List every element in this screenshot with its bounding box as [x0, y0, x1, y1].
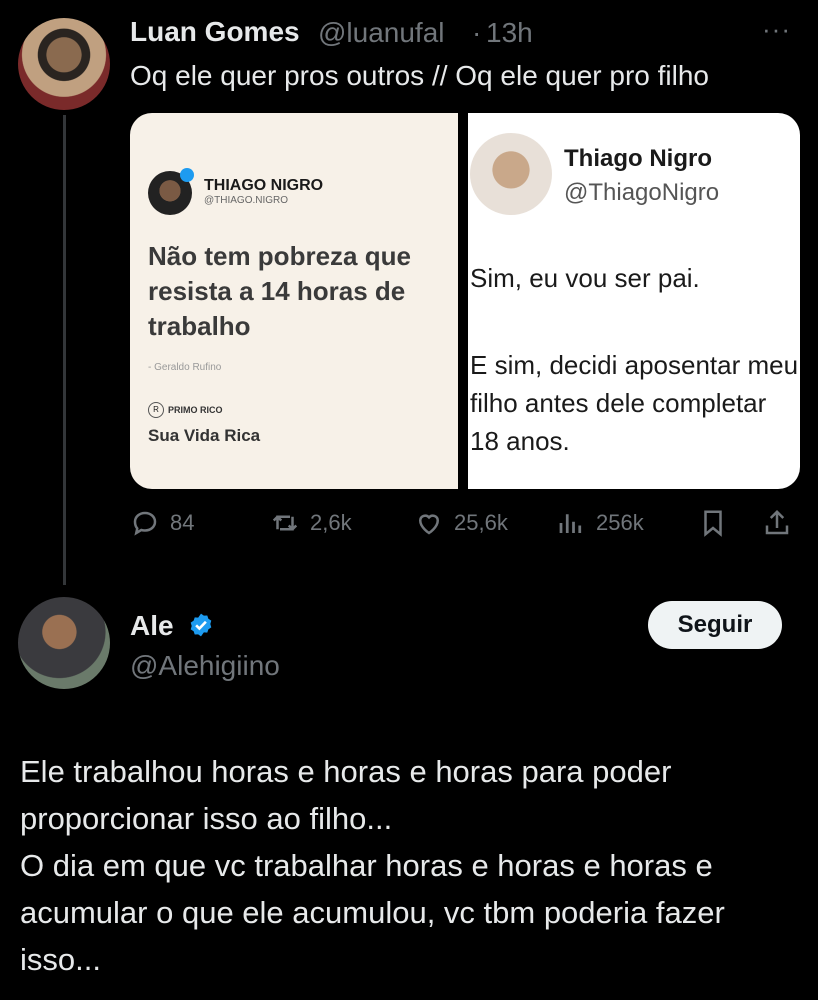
repost-icon — [272, 515, 298, 531]
embedded-text-line2: E sim, decidi aposentar meu filho antes … — [470, 350, 799, 456]
brand-subtitle: Sua Vida Rica — [148, 426, 261, 445]
share-icon — [765, 509, 789, 535]
quote-author-handle: @THIAGO.NIGRO — [204, 195, 289, 206]
reply-icon — [133, 511, 157, 536]
quote-author-name: THIAGO NIGRO — [204, 177, 324, 194]
avatar[interactable] — [18, 597, 110, 689]
embedded-text-line1: Sim, eu vou ser pai. — [470, 263, 700, 293]
reply-count: 84 — [170, 510, 195, 535]
follow-button[interactable]: Seguir — [648, 601, 782, 649]
reply-paragraph: O dia em que vc trabalhar horas e horas … — [20, 848, 725, 977]
brand-logo-icon: R — [148, 402, 164, 418]
views-button[interactable]: 256k — [556, 508, 644, 538]
author-handle[interactable]: @luanufal — [318, 17, 445, 49]
views-icon — [559, 514, 582, 533]
brand-label: PRIMO RICO — [168, 405, 223, 415]
heart-icon — [418, 514, 440, 535]
views-count: 256k — [596, 510, 644, 535]
bookmark-icon — [704, 510, 722, 537]
bookmark-button[interactable] — [698, 508, 728, 538]
embedded-avatar — [470, 133, 552, 215]
quote-attribution: - Geraldo Rufino — [148, 362, 222, 373]
thread-connector-line — [63, 115, 66, 585]
media-right-panel: Thiago Nigro @ThiagoNigro Sim, eu vou se… — [468, 113, 800, 489]
timestamp[interactable]: 13h — [486, 17, 533, 49]
author-handle[interactable]: @Alehigiino — [130, 650, 280, 682]
separator-dot: · — [472, 17, 482, 48]
tweet-media-image[interactable]: THIAGO NIGRO @THIAGO.NIGRO Não tem pobre… — [130, 113, 800, 489]
avatar[interactable] — [18, 18, 110, 110]
reply-button[interactable]: 84 — [130, 508, 194, 538]
reply-text: Ele trabalhou horas e horas e horas para… — [20, 748, 810, 983]
tweet-text: Oq ele quer pros outros // Oq ele quer p… — [130, 60, 709, 91]
media-left-panel: THIAGO NIGRO @THIAGO.NIGRO Não tem pobre… — [130, 113, 458, 489]
verified-badge-icon — [180, 168, 194, 182]
quote-text: Não tem pobreza que resista a 14 horas d… — [148, 241, 411, 341]
embedded-author-handle: @ThiagoNigro — [564, 179, 720, 206]
share-button[interactable] — [762, 508, 792, 538]
verified-badge-icon — [190, 613, 212, 637]
repost-count: 2,6k — [310, 510, 352, 535]
like-button[interactable]: 25,6k — [414, 508, 508, 538]
embedded-author-name: Thiago Nigro — [564, 145, 712, 172]
like-count: 25,6k — [454, 510, 508, 535]
more-horizontal-icon[interactable]: ··· — [762, 14, 791, 45]
author-name[interactable]: Ale — [130, 610, 174, 642]
repost-button[interactable]: 2,6k — [270, 508, 352, 538]
reply-paragraph: Ele trabalhou horas e horas e horas para… — [20, 754, 672, 836]
author-name[interactable]: Luan Gomes — [130, 16, 300, 48]
